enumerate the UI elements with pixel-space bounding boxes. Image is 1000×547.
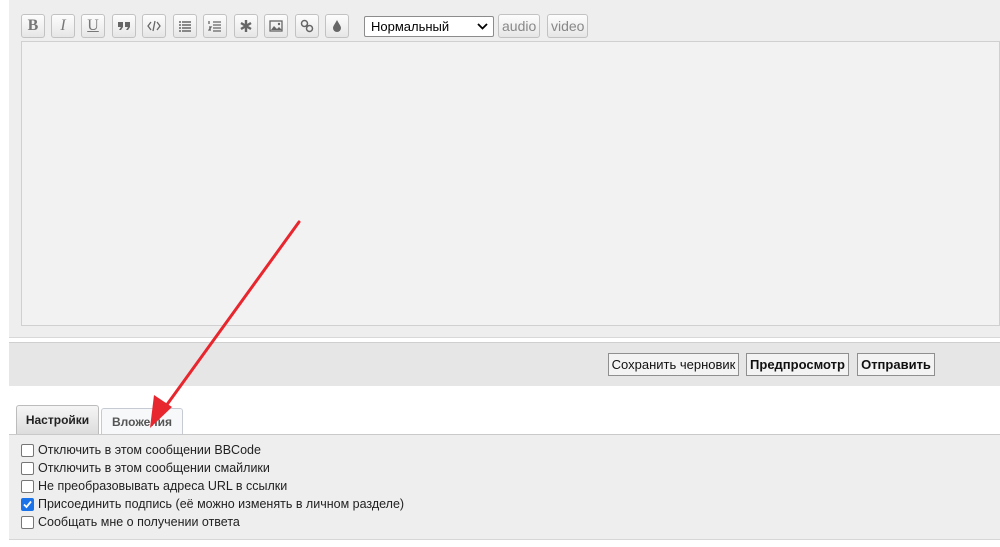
checkmark-icon [23, 500, 32, 508]
message-textarea[interactable] [21, 41, 1000, 326]
list-icon [179, 21, 191, 32]
submit-button[interactable]: Отправить [857, 353, 935, 376]
star-button[interactable] [234, 14, 258, 38]
option-label: Сообщать мне о получении ответа [38, 515, 240, 529]
font-size-value: Нормальный [371, 19, 450, 34]
link-button[interactable] [295, 14, 319, 38]
numbered-list-icon [208, 21, 221, 32]
underline-icon: U [87, 17, 99, 34]
font-size-select[interactable]: Нормальный [364, 16, 494, 37]
underline-button[interactable]: U [81, 14, 105, 38]
color-drop-icon [333, 20, 341, 32]
image-button[interactable] [264, 14, 288, 38]
tab-attachments[interactable]: Вложения [101, 408, 183, 435]
checkbox[interactable] [21, 479, 34, 493]
code-icon [147, 20, 161, 32]
quote-button[interactable] [112, 14, 136, 38]
link-icon [300, 19, 314, 33]
italic-icon: I [60, 17, 66, 34]
checkbox[interactable] [21, 515, 34, 529]
bold-button[interactable]: B [21, 14, 45, 38]
checkbox[interactable] [21, 461, 34, 475]
numbered-list-button[interactable] [203, 14, 227, 38]
option-disable-smilies[interactable]: Отключить в этом сообщении смайлики [21, 459, 270, 477]
audio-button[interactable]: audio [498, 14, 541, 38]
option-label: Отключить в этом сообщении смайлики [38, 461, 270, 475]
option-notify-reply[interactable]: Сообщать мне о получении ответа [21, 513, 240, 531]
option-label: Отключить в этом сообщении BBCode [38, 443, 261, 457]
checkbox-checked[interactable] [21, 497, 34, 511]
quote-icon [118, 22, 130, 30]
tab-settings[interactable]: Настройки [16, 405, 99, 435]
video-button[interactable]: video [547, 14, 589, 38]
italic-button[interactable]: I [51, 14, 75, 38]
color-button[interactable] [325, 14, 349, 38]
options-panel: Отключить в этом сообщении BBCode Отключ… [9, 434, 1000, 540]
option-label: Не преобразовывать адреса URL в ссылки [38, 479, 288, 493]
option-no-url-links[interactable]: Не преобразовывать адреса URL в ссылки [21, 477, 287, 495]
option-attach-signature[interactable]: Присоединить подпись (её можно изменять … [21, 495, 404, 513]
action-bar: Сохранить черновик Предпросмотр Отправит… [9, 342, 1000, 386]
checkbox[interactable] [21, 443, 34, 457]
editor-panel: B I U Нормальный audio video [9, 0, 1000, 338]
bold-icon: B [27, 17, 39, 34]
chevron-down-icon [477, 23, 488, 30]
image-icon [269, 20, 283, 32]
star-icon [240, 20, 252, 32]
save-draft-button[interactable]: Сохранить черновик [608, 353, 739, 376]
option-disable-bbcode[interactable]: Отключить в этом сообщении BBCode [21, 441, 261, 459]
code-button[interactable] [142, 14, 166, 38]
list-button[interactable] [173, 14, 197, 38]
preview-button[interactable]: Предпросмотр [746, 353, 849, 376]
option-label: Присоединить подпись (её можно изменять … [38, 497, 405, 511]
